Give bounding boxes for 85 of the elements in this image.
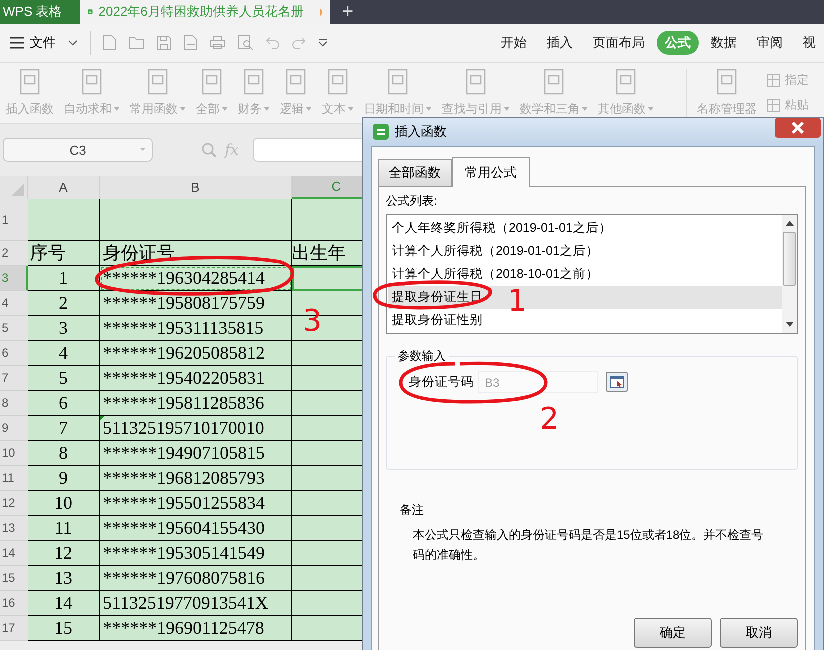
- function-icon: [716, 68, 738, 94]
- dialog-tab[interactable]: 常用公式: [452, 157, 530, 187]
- close-icon: [791, 122, 805, 134]
- field-label: 身份证号码: [409, 374, 474, 390]
- row-header[interactable]: 14: [0, 541, 28, 566]
- dialog-tab[interactable]: 全部函数: [378, 159, 452, 186]
- caret-icon[interactable]: [318, 39, 328, 47]
- annotation-number: 2: [540, 401, 560, 439]
- scrollbar[interactable]: [782, 215, 797, 333]
- row-header[interactable]: 7: [0, 366, 28, 391]
- row-header[interactable]: 9: [0, 416, 28, 441]
- table-icon: [767, 98, 781, 112]
- dialog-title: 插入函数: [395, 123, 447, 141]
- ribbon-tab[interactable]: 插入: [539, 31, 581, 55]
- function-icon: [147, 68, 169, 94]
- app-label[interactable]: WPS 表格: [0, 0, 80, 24]
- annotation-number: 1: [508, 283, 528, 321]
- caret-icon[interactable]: [68, 40, 78, 46]
- close-button[interactable]: [775, 118, 821, 138]
- document-icon[interactable]: [184, 35, 198, 51]
- undo-icon[interactable]: [266, 37, 280, 49]
- row-header[interactable]: 17: [0, 616, 28, 641]
- printer-icon[interactable]: [210, 36, 226, 50]
- row-header[interactable]: 15: [0, 566, 28, 591]
- function-icon: [201, 68, 223, 94]
- row-header[interactable]: 5: [0, 316, 28, 341]
- ribbon-tab[interactable]: 开始: [493, 31, 535, 55]
- row-header[interactable]: 11: [0, 466, 28, 491]
- function-icon: [19, 68, 41, 94]
- range-picker-button[interactable]: [606, 372, 628, 392]
- scrollbar-thumb[interactable]: [783, 232, 796, 286]
- corner-triangle-icon: [12, 184, 24, 196]
- zoom-icon[interactable]: [201, 142, 217, 158]
- function-icon: [615, 68, 637, 94]
- function-icon: [465, 68, 487, 94]
- row-header[interactable]: 3: [0, 266, 28, 291]
- row-header[interactable]: 1: [0, 199, 28, 241]
- table-cell: ******196901125478: [100, 616, 292, 641]
- menu-icon[interactable]: [10, 37, 24, 49]
- list-item[interactable]: 提取身份证性别: [388, 309, 487, 332]
- document-tab[interactable]: 2022年6月特困救助供养人员花名册: [80, 0, 330, 24]
- note-text: 本公式只检查输入的身份证号码是否是15位或者18位。并不检查号码的准确性。: [413, 527, 765, 564]
- row-header[interactable]: 4: [0, 291, 28, 316]
- row-header[interactable]: 8: [0, 391, 28, 416]
- list-label: 公式列表:: [386, 193, 438, 210]
- caret-icon: [140, 148, 146, 151]
- ribbon-tab[interactable]: 数据: [703, 31, 745, 55]
- function-icon: [327, 68, 349, 94]
- group-legend: 参数输入: [395, 348, 449, 365]
- app-icon: [373, 124, 389, 140]
- row-header[interactable]: 13: [0, 516, 28, 541]
- function-icon: [543, 68, 565, 94]
- name-box[interactable]: C3: [3, 138, 153, 162]
- file-menu[interactable]: 文件: [30, 34, 56, 52]
- new-tab-button[interactable]: +: [342, 0, 354, 24]
- table-icon: [767, 74, 781, 88]
- save-icon[interactable]: [157, 36, 172, 50]
- row-header[interactable]: 10: [0, 441, 28, 466]
- scroll-up-icon[interactable]: [786, 221, 794, 226]
- error-indicator: [100, 416, 105, 421]
- row-header[interactable]: 12: [0, 491, 28, 516]
- scroll-down-icon[interactable]: [786, 322, 794, 327]
- redo-icon[interactable]: [292, 37, 306, 49]
- ribbon-tab[interactable]: 审阅: [749, 31, 791, 55]
- function-icon: [285, 68, 307, 94]
- document-title: 2022年6月特困救助供养人员花名册: [98, 3, 304, 21]
- list-item[interactable]: 个人年终奖所得税（2019-01-01之后）: [388, 217, 616, 240]
- dialog-button[interactable]: 确定: [634, 618, 712, 648]
- table-cell: 15: [28, 616, 100, 641]
- function-icon: [387, 68, 409, 94]
- preview-icon[interactable]: [238, 35, 254, 51]
- function-icon: [243, 68, 265, 94]
- row-header[interactable]: 2: [0, 241, 28, 266]
- ribbon-tab[interactable]: 页面布局: [585, 31, 653, 55]
- row-header[interactable]: 6: [0, 341, 28, 366]
- ribbon-tab[interactable]: 视: [795, 31, 824, 55]
- function-icon: [81, 68, 103, 94]
- new-file-icon[interactable]: [103, 35, 117, 51]
- range-icon: [610, 376, 624, 388]
- folder-icon[interactable]: [129, 36, 145, 50]
- list-item[interactable]: 计算个人所得税（2019-01-01之后）: [388, 240, 603, 263]
- list-item[interactable]: 计算个人所得税（2018-10-01之前）: [388, 263, 603, 286]
- dialog-button[interactable]: 取消: [720, 618, 798, 648]
- row-header[interactable]: 16: [0, 591, 28, 616]
- note-title: 备注: [400, 502, 425, 519]
